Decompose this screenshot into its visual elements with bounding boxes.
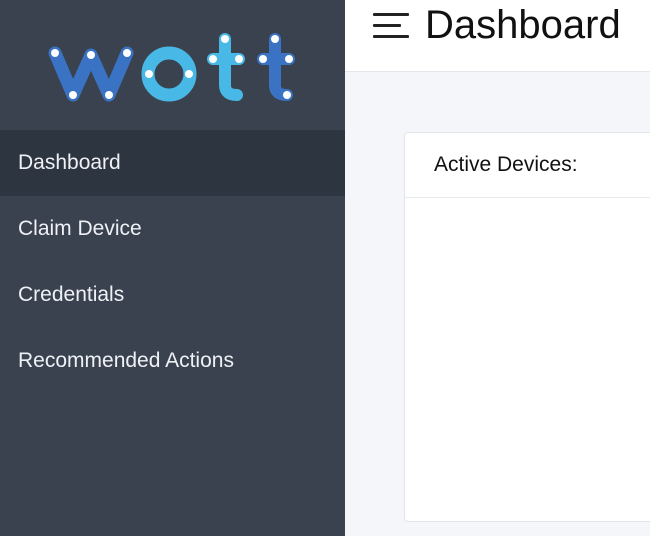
active-devices-card: Active Devices:: [404, 132, 650, 522]
card-title: Active Devices:: [405, 133, 650, 198]
sidebar: Dashboard Claim Device Credentials Recom…: [0, 0, 345, 536]
sidebar-nav: Dashboard Claim Device Credentials Recom…: [0, 130, 345, 394]
app-window: Dashboard Claim Device Credentials Recom…: [0, 0, 650, 536]
brand-logo[interactable]: [0, 0, 345, 130]
sidebar-item-claim-device[interactable]: Claim Device: [0, 196, 345, 262]
wott-logo-icon: [48, 33, 295, 102]
sidebar-item-recommended-actions[interactable]: Recommended Actions: [0, 328, 345, 394]
hamburger-menu-icon[interactable]: [373, 13, 413, 43]
top-bar: Dashboard: [345, 0, 650, 72]
sidebar-item-dashboard[interactable]: Dashboard: [0, 130, 345, 196]
sidebar-item-credentials[interactable]: Credentials: [0, 262, 345, 328]
page-title: Dashboard: [425, 3, 621, 47]
